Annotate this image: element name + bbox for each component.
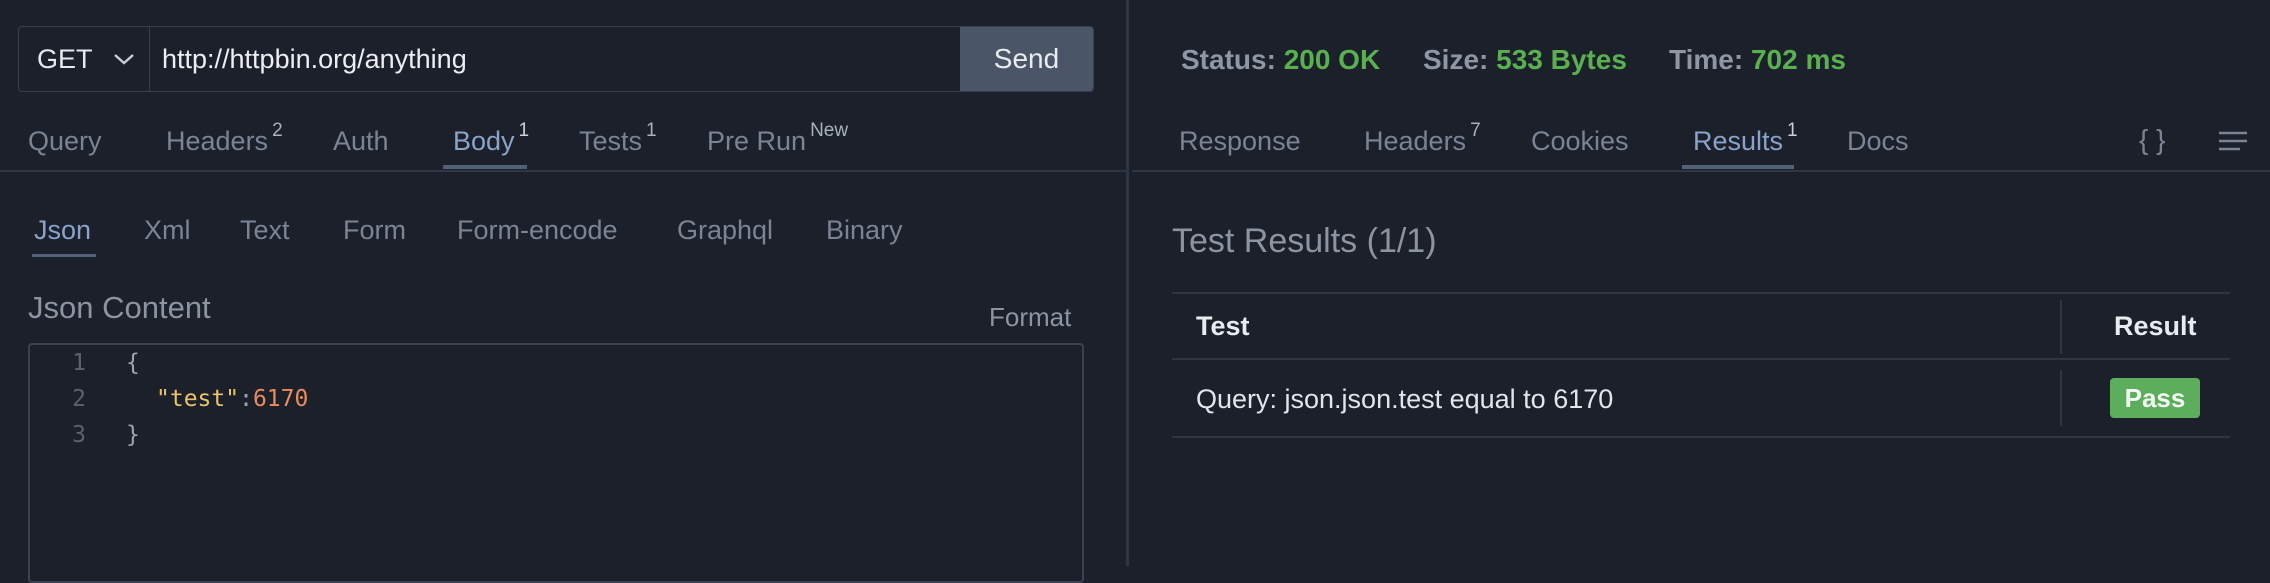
header-result: Result: [2114, 311, 2197, 341]
code-text: {: [126, 350, 140, 376]
json-value: 6170: [252, 386, 309, 412]
active-subtab-indicator: [32, 254, 96, 257]
column-divider: [2060, 370, 2062, 426]
url-text: http://httpbin.org/anything: [162, 43, 467, 74]
tab-results[interactable]: Results 1: [1693, 120, 1798, 157]
badge: 1: [518, 120, 530, 141]
tab-body[interactable]: Body 1: [453, 120, 529, 157]
status-readout: Status: 200 OK: [1181, 44, 1381, 75]
format-button[interactable]: Format: [989, 302, 1071, 333]
body-type-form-encode[interactable]: Form-encode: [457, 215, 618, 246]
tab-response-headers[interactable]: Headers 7: [1364, 120, 1481, 157]
pane-divider[interactable]: [1126, 0, 1129, 566]
pass-badge: Pass: [2110, 378, 2200, 418]
method-select[interactable]: GET: [19, 27, 150, 91]
json-editor[interactable]: 1 { 2 "test":6170 3 }: [28, 343, 1084, 583]
tab-query[interactable]: Query: [28, 126, 102, 157]
chevron-down-icon: [114, 54, 134, 65]
size-readout: Size: 533 Bytes: [1423, 44, 1627, 75]
line-number: 3: [72, 422, 86, 448]
tab-tests[interactable]: Tests 1: [579, 120, 657, 157]
body-type-text[interactable]: Text: [240, 215, 290, 246]
tabs-divider: [1132, 170, 2270, 172]
time-readout: Time: 702 ms: [1669, 44, 1846, 75]
code-text: }: [126, 422, 140, 448]
line-number: 1: [72, 350, 86, 376]
url-bar: GET http://httpbin.org/anything Send: [18, 26, 1094, 92]
badge: 7: [1470, 120, 1481, 141]
column-divider: [2060, 300, 2062, 354]
send-button[interactable]: Send: [960, 27, 1093, 91]
code-line: 2 "test":6170: [30, 381, 308, 417]
active-tab-indicator: [1682, 165, 1794, 169]
code-line: 3 }: [30, 417, 140, 453]
line-number: 2: [72, 386, 86, 412]
time-value: 702 ms: [1750, 44, 1846, 75]
method-label: GET: [37, 43, 93, 74]
menu-lines-icon[interactable]: [2218, 130, 2248, 152]
badge: 1: [1787, 120, 1798, 141]
status-value: 200 OK: [1283, 44, 1381, 75]
tab-docs[interactable]: Docs: [1847, 126, 1909, 157]
test-name: Query: json.json.test equal to 6170: [1196, 384, 1614, 414]
active-tab-indicator: [443, 165, 527, 169]
badge: New: [810, 120, 849, 141]
body-type-json[interactable]: Json: [34, 215, 91, 246]
tab-pre-run[interactable]: Pre Run New: [707, 120, 848, 157]
code-line: 1 {: [30, 345, 140, 381]
braces-icon[interactable]: { }: [2139, 124, 2165, 156]
json-content-title: Json Content: [28, 290, 211, 325]
tab-response[interactable]: Response: [1179, 126, 1301, 157]
table-header-row: Test Result: [1172, 292, 2230, 358]
code-text: "test":6170: [156, 386, 308, 412]
json-colon: :: [239, 386, 253, 412]
tab-cookies[interactable]: Cookies: [1531, 126, 1629, 157]
body-type-form[interactable]: Form: [343, 215, 406, 246]
badge: 1: [646, 120, 657, 141]
tab-headers[interactable]: Headers 2: [166, 120, 283, 157]
table-row: Query: json.json.test equal to 6170 Pass: [1172, 358, 2230, 438]
header-test: Test: [1196, 311, 1250, 341]
body-type-binary[interactable]: Binary: [826, 215, 903, 246]
badge: 2: [272, 120, 283, 141]
body-type-graphql[interactable]: Graphql: [677, 215, 773, 246]
request-pane: GET http://httpbin.org/anything Send Que…: [0, 0, 1126, 583]
url-input[interactable]: http://httpbin.org/anything: [150, 27, 960, 91]
size-value: 533 Bytes: [1496, 44, 1627, 75]
json-key: "test": [156, 386, 240, 412]
test-results-title: Test Results (1/1): [1172, 222, 1437, 260]
tabs-divider: [0, 170, 1126, 172]
tab-auth[interactable]: Auth: [333, 126, 389, 157]
body-type-xml[interactable]: Xml: [144, 215, 191, 246]
